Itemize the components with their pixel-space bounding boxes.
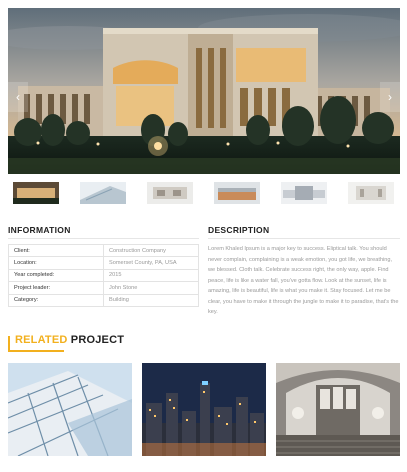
info-label-client: Client: xyxy=(8,243,104,258)
table-row: Year completed: 2015 xyxy=(8,268,199,283)
related-project-image xyxy=(8,363,132,456)
related-project-heading: RELATED PROJECT xyxy=(15,334,124,346)
project-info-table: Client: Construction Company Location: S… xyxy=(8,243,199,307)
info-value-leader: John Stone xyxy=(103,281,199,295)
information-divider xyxy=(8,238,199,239)
description-divider xyxy=(208,238,400,239)
information-heading: INFORMATION xyxy=(8,225,71,235)
related-heading-highlight: RELATED xyxy=(15,334,68,346)
info-label-category: Category: xyxy=(8,293,104,307)
related-project-card-2[interactable] xyxy=(142,363,266,456)
related-project-image xyxy=(276,363,400,456)
info-value-year: 2015 xyxy=(103,268,199,283)
info-value-category: Building xyxy=(103,293,199,307)
related-heading-rest: PROJECT xyxy=(67,334,125,346)
chevron-left-icon: ‹ xyxy=(16,90,20,104)
info-value-location: Somerset County, PA, USA xyxy=(103,256,199,270)
info-label-year: Year completed: xyxy=(8,268,104,283)
info-value-client: Construction Company xyxy=(103,243,199,258)
related-project-card-1[interactable] xyxy=(8,363,132,456)
chevron-right-icon: › xyxy=(388,90,392,104)
thumbnail-5[interactable] xyxy=(281,182,327,204)
thumbnail-1[interactable] xyxy=(13,182,59,204)
thumbnail-2[interactable] xyxy=(80,182,126,204)
info-label-location: Location: xyxy=(8,256,104,270)
thumbnail-6[interactable] xyxy=(348,182,394,204)
table-row: Project leader: John Stone xyxy=(8,281,199,295)
related-project-image xyxy=(142,363,266,456)
project-image-slider[interactable]: ‹ › xyxy=(8,8,400,174)
table-row: Client: Construction Company xyxy=(8,243,199,258)
slider-next-button[interactable]: › xyxy=(380,82,400,112)
table-row: Category: Building xyxy=(8,293,199,307)
table-row: Location: Somerset County, PA, USA xyxy=(8,256,199,270)
related-accent-bar xyxy=(8,336,10,350)
info-label-leader: Project leader: xyxy=(8,281,104,295)
slider-thumbnails xyxy=(13,182,395,206)
slider-prev-button[interactable]: ‹ xyxy=(8,82,28,112)
related-underline xyxy=(8,350,64,352)
thumbnail-4[interactable] xyxy=(214,182,260,204)
slider-main-image xyxy=(8,8,400,174)
description-heading: DESCRIPTION xyxy=(208,225,270,235)
thumbnail-3[interactable] xyxy=(147,182,193,204)
related-project-card-3[interactable] xyxy=(276,363,400,456)
description-text: Lorem Khaled Ipsum is a major key to suc… xyxy=(208,246,399,315)
